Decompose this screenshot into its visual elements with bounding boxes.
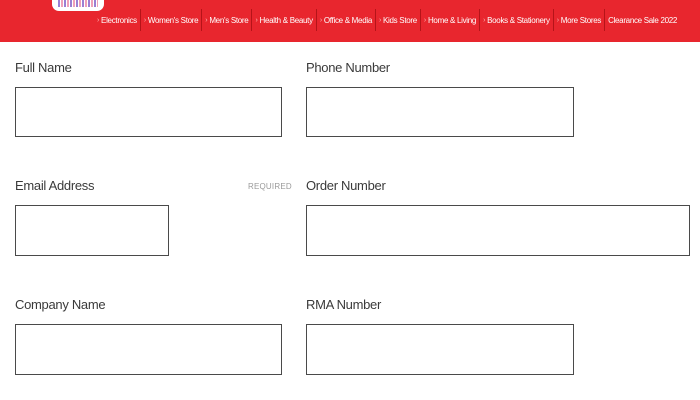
logo-barcode-icon: [58, 0, 98, 7]
nav-item-label: Books & Stationery: [487, 15, 550, 25]
nav-item-office-media[interactable]: › Office & Media: [317, 9, 376, 31]
chevron-right-icon: ›: [378, 16, 381, 24]
nav-item-more-stores[interactable]: › More Stores: [554, 9, 606, 31]
nav-item-label: Women's Store: [147, 15, 199, 25]
email-address-label: Email Address: [15, 178, 95, 193]
nav-item-home-living[interactable]: › Home & Living: [421, 9, 481, 31]
chevron-right-icon: ›: [483, 16, 486, 24]
nav-item-label: Office & Media: [323, 15, 372, 25]
nav-item-label: Men's Store: [209, 15, 249, 25]
company-name-input[interactable]: [15, 324, 282, 375]
category-nav: › Electronics › Women's Store › Men's Store…: [94, 9, 680, 31]
company-name-label: Company Name: [15, 297, 106, 312]
nav-item-label: More Stores: [560, 15, 602, 25]
chevron-right-icon: ›: [423, 16, 426, 24]
order-number-input[interactable]: [306, 205, 690, 256]
nav-item-mens-store[interactable]: › Men's Store: [202, 9, 253, 31]
nav-item-clearance-sale[interactable]: Clearance Sale 2022: [605, 9, 680, 31]
nav-item-kids-store[interactable]: › Kids Store: [376, 9, 421, 31]
rma-number-input[interactable]: [306, 324, 574, 375]
email-address-input[interactable]: [15, 205, 169, 256]
chevron-right-icon: ›: [319, 16, 322, 24]
required-badge: REQUIRED: [248, 182, 292, 191]
nav-item-label: Home & Living: [427, 15, 477, 25]
phone-number-label: Phone Number: [306, 60, 390, 75]
chevron-right-icon: ›: [205, 16, 208, 24]
nav-item-label: Electronics: [101, 15, 137, 25]
chevron-right-icon: ›: [556, 16, 559, 24]
nav-item-books-stationery[interactable]: › Books & Stationery: [480, 9, 554, 31]
chevron-right-icon: ›: [143, 16, 146, 24]
order-number-label: Order Number: [306, 178, 386, 193]
top-navigation-bar: › Electronics › Women's Store › Men's Store…: [0, 0, 700, 42]
rma-number-label: RMA Number: [306, 297, 382, 312]
chevron-right-icon: ›: [255, 16, 258, 24]
nav-item-label: Kids Store: [383, 15, 417, 25]
nav-item-health-beauty[interactable]: › Health & Beauty: [252, 9, 317, 31]
full-name-input[interactable]: [15, 87, 282, 137]
nav-item-womens-store[interactable]: › Women's Store: [141, 9, 203, 31]
full-name-label: Full Name: [15, 60, 72, 75]
phone-number-input[interactable]: [306, 87, 574, 137]
chevron-right-icon: ›: [97, 16, 100, 24]
nav-item-label: Clearance Sale 2022: [608, 15, 678, 25]
nav-item-electronics[interactable]: › Electronics: [94, 9, 141, 31]
nav-item-label: Health & Beauty: [259, 15, 313, 25]
